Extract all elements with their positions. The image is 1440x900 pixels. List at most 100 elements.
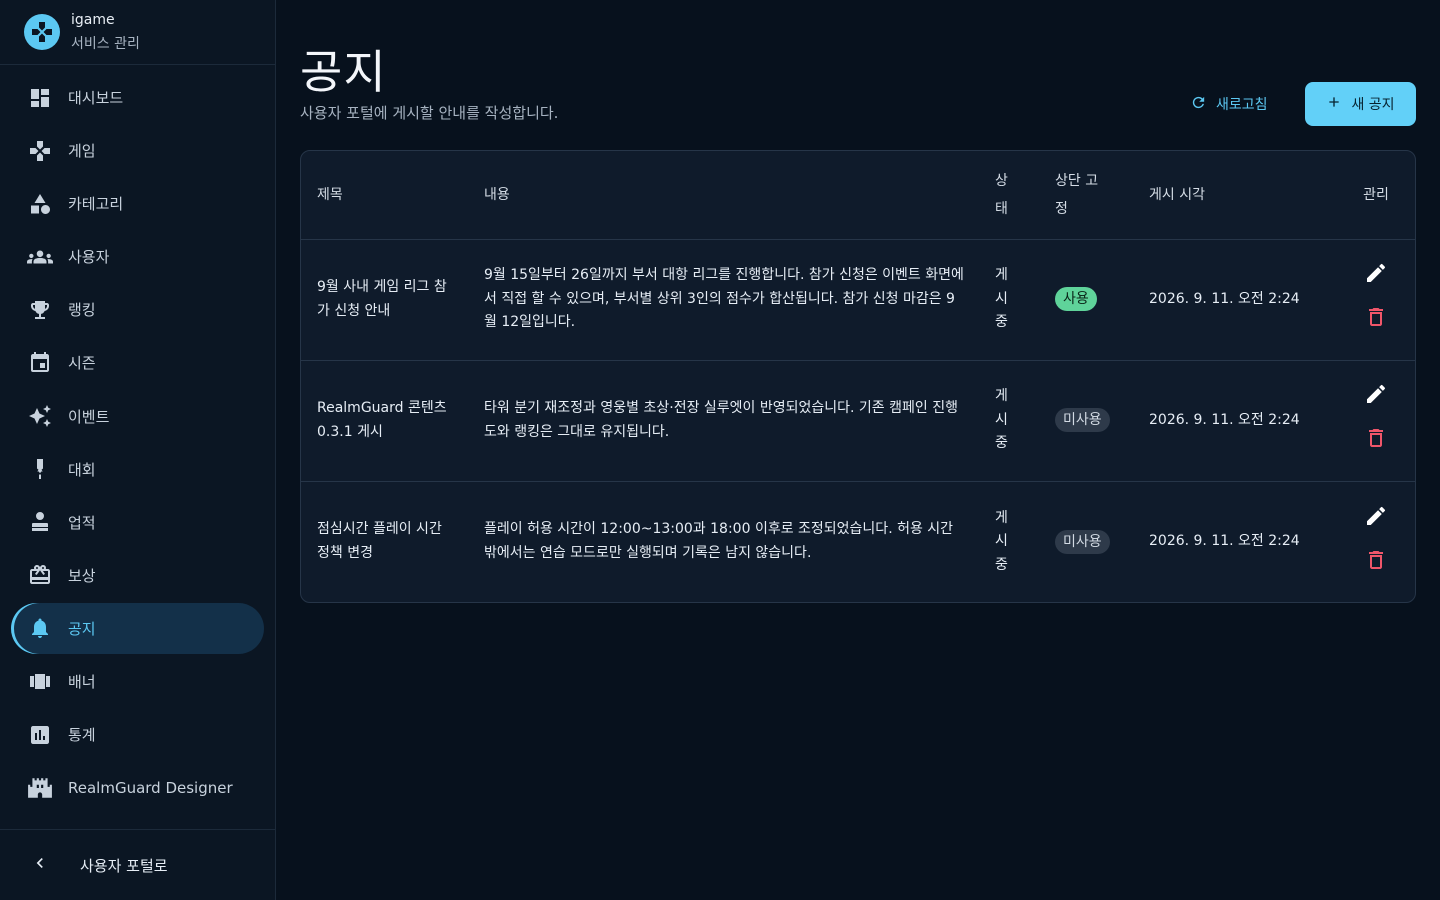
notice-title: RealmGuard 콘텐츠 0.3.1 게시 [301,360,468,482]
sidebar-item-label: 배너 [68,673,96,692]
edit-button[interactable] [1363,506,1389,533]
table-header-row: 제목 내용 상 태 상단 고 정 게시 시각 관리 [301,151,1415,240]
brand-name: igame [71,12,115,28]
actions-cell [1335,481,1415,602]
edit-button[interactable] [1363,264,1389,291]
sidebar-item-rewards[interactable]: 보상 [11,550,264,601]
table-row: RealmGuard 콘텐츠 0.3.1 게시 타워 분기 재조정과 영웅별 초… [301,360,1415,482]
column-header-posted-at[interactable]: 게시 시각 [1133,151,1335,240]
dashboard-icon [27,85,53,111]
column-header-manage: 관리 [1335,151,1415,240]
sidebar-item-label: 업적 [68,513,96,532]
refresh-label: 새로고침 [1216,97,1268,113]
sidebar-item-label: 사용자 [68,248,110,267]
pencil-icon [1364,382,1388,415]
sidebar-item-dashboard[interactable]: 대시보드 [11,72,264,123]
back-to-portal-link[interactable]: 사용자 포털로 [0,829,275,900]
status-badge: 미사용 [1055,529,1110,554]
sidebar-item-label: 카테고리 [68,195,124,214]
sidebar-item-label: RealmGuard Designer [68,778,233,797]
gamepad-icon [27,138,53,164]
column-header-content[interactable]: 내용 [468,151,981,240]
sidebar-item-label: 공지 [68,619,96,638]
calendar-icon [27,350,53,376]
sidebar-item-achievements[interactable]: 업적 [11,497,264,548]
sidebar-item-label: 이벤트 [68,407,110,426]
sidebar-item-label: 대시보드 [68,89,124,107]
table-row: 점심시간 플레이 시간 정책 변경 플레이 허용 시간이 12:00~13:00… [301,481,1415,602]
sidebar-item-label: 통계 [68,726,96,745]
sidebar-item-seasons[interactable]: 시즌 [11,337,264,388]
notice-status: 게 시 중 [981,239,1039,361]
brand-subtitle: 서비스 관리 [71,36,140,52]
gift-icon [27,562,53,588]
pencil-icon [1364,261,1388,294]
pinned-cell: 사용 [1039,239,1133,361]
sidebar-item-events[interactable]: 이벤트 [11,391,264,442]
sidebar-item-games[interactable]: 게임 [11,125,264,176]
pinned-cell: 미사용 [1039,481,1133,602]
column-header-pinned-text: 상단 고 정 [1055,172,1099,217]
notice-title: 점심시간 플레이 시간 정책 변경 [317,521,442,561]
trash-icon [1364,426,1388,459]
notice-content: 플레이 허용 시간이 12:00~13:00과 18:00 이후로 조정되었습니… [484,521,954,561]
sidebar-item-tournaments[interactable]: 대회 [11,444,264,495]
sidebar-item-banners[interactable]: 배너 [11,656,264,707]
sidebar-nav: 대시보드 게임 카테고리 사용자 랭킹 시즌 이벤트 대회 업적 보상 공지 배… [0,65,275,813]
refresh-icon [1190,94,1207,115]
trash-icon [1364,548,1388,581]
page-subtitle: 사용자 포털에 게시할 안내를 작성합니다. [300,104,559,122]
edit-button[interactable] [1363,385,1389,412]
column-header-status-text: 상 태 [995,172,1008,217]
column-header-title[interactable]: 제목 [301,151,468,240]
delete-button[interactable] [1363,429,1389,456]
sparkle-icon [27,403,53,429]
new-notice-label: 새 공지 [1351,97,1395,113]
sidebar-item-label: 대회 [68,460,96,479]
notice-posted-at: 2026. 9. 11. 오전 2:24 [1149,533,1300,549]
brand: igame 서비스 관리 [0,0,275,65]
sidebar-item-ranking[interactable]: 랭킹 [11,284,264,335]
stats-icon [27,722,53,748]
notice-posted-at: 2026. 9. 11. 오전 2:24 [1133,239,1335,361]
gamepad-logo-icon [24,14,60,50]
sidebar-item-label: 랭킹 [68,301,96,320]
bell-icon [27,615,53,641]
sidebar: igame 서비스 관리 대시보드 게임 카테고리 사용자 랭킹 시즌 이벤트 … [0,0,276,900]
sidebar-item-label: 게임 [68,142,96,161]
status-badge: 사용 [1055,287,1097,312]
sidebar-item-label: 시즌 [68,354,96,373]
notices-table-card: 제목 내용 상 태 상단 고 정 게시 시각 관리 9월 사내 게임 리그 참가… [300,150,1416,603]
actions-cell [1335,239,1415,361]
notice-content: 9월 15일부터 26일까지 부서 대항 리그를 진행합니다. 참가 신청은 이… [468,239,981,361]
delete-button[interactable] [1363,550,1389,577]
notice-status: 게 시 중 [995,509,1008,573]
notice-posted-at: 2026. 9. 11. 오전 2:24 [1133,360,1335,482]
medal-icon [27,456,53,482]
notice-title: 9월 사내 게임 리그 참가 신청 안내 [301,239,468,361]
sidebar-item-categories[interactable]: 카테고리 [11,178,264,229]
banner-icon [27,669,53,695]
pinned-cell: 미사용 [1039,360,1133,482]
delete-button[interactable] [1363,308,1389,335]
new-notice-button[interactable]: 새 공지 [1305,82,1416,126]
back-to-portal-label: 사용자 포털로 [80,856,168,875]
notices-table: 제목 내용 상 태 상단 고 정 게시 시각 관리 9월 사내 게임 리그 참가… [301,151,1415,602]
trophy-icon [27,297,53,323]
sidebar-item-stats[interactable]: 통계 [11,709,264,760]
column-header-status[interactable]: 상 태 [981,151,1039,240]
notice-content: 타워 분기 재조정과 영웅별 초상·전장 실루엣이 반영되었습니다. 기존 캠페… [468,360,981,482]
sidebar-item-realmguard-designer[interactable]: RealmGuard Designer [11,762,264,813]
notice-status: 게 시 중 [981,360,1039,482]
column-header-pinned[interactable]: 상단 고 정 [1039,151,1133,240]
sidebar-item-notices[interactable]: 공지 [11,602,264,654]
page-title: 공지 [300,45,387,99]
actions-cell [1335,360,1415,482]
refresh-button[interactable]: 새로고침 [1182,86,1276,122]
sidebar-item-label: 보상 [68,566,96,585]
users-icon [27,244,53,270]
pencil-icon [1364,504,1388,537]
category-icon [27,191,53,217]
sidebar-item-users[interactable]: 사용자 [11,231,264,282]
castle-icon [27,775,53,801]
